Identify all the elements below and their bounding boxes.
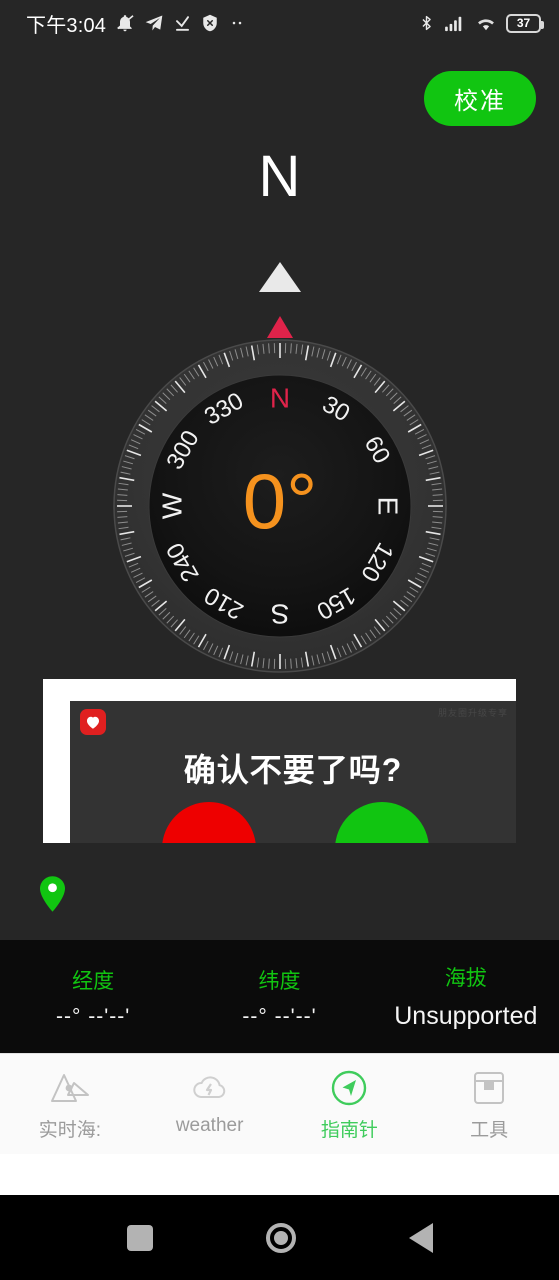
recents-button-icon[interactable]: [126, 1224, 153, 1251]
compass-tick-label: N: [269, 383, 289, 414]
compass-tick-label: W: [156, 492, 187, 519]
ad-app-icon: [80, 709, 106, 735]
back-button-icon[interactable]: [408, 1222, 433, 1253]
ad-content[interactable]: 朋友圈升级专享 确认不要了吗? 10元 收款: [70, 701, 516, 843]
tab-weather-label: weather: [175, 1115, 244, 1136]
calibrate-button-wrap: 校准: [424, 71, 536, 126]
bottom-tab-bar: 实时海: weather 指南针 工具: [0, 1053, 559, 1154]
ad-button-amount[interactable]: 10元: [162, 802, 256, 843]
cellular-signal-icon: [445, 16, 462, 32]
compass-dial[interactable]: N 3060E120150S210240W300330 0°: [112, 338, 448, 674]
altitude-value: Unsupported: [394, 1002, 538, 1030]
download-complete-icon: [176, 15, 190, 31]
tab-tools-label: 工具: [470, 1120, 509, 1141]
info-cell-latitude: 纬度 --° --'--': [186, 965, 372, 1029]
calibrate-button[interactable]: 校准: [424, 71, 536, 126]
heading-direction-label: N: [258, 144, 301, 209]
battery-level: 37: [516, 16, 531, 30]
coordinates-info-strip: 经度 --° --'--' 纬度 --° --'--' 海拔 Unsupport…: [0, 940, 559, 1053]
tab-altitude-label: 实时海:: [38, 1120, 102, 1141]
longitude-label: 经度: [72, 969, 115, 993]
ad-button-receive[interactable]: 收款: [335, 802, 429, 843]
wifi-icon: [478, 19, 494, 31]
tab-bar-spacer: [0, 1154, 559, 1195]
altitude-label: 海拔: [444, 967, 487, 990]
compass-degrees: 0°: [242, 457, 317, 545]
toolbox-icon: [467, 1066, 511, 1110]
tab-weather[interactable]: weather: [140, 1066, 280, 1137]
tab-compass-label: 指南针: [320, 1120, 378, 1141]
android-navigation-bar: [0, 1195, 559, 1280]
cloud-lightning-icon: [188, 1066, 232, 1110]
tab-altitude[interactable]: 实时海:: [0, 1066, 140, 1142]
compass-icon: [327, 1066, 371, 1110]
shield-icon: [203, 14, 217, 32]
ad-watermark: 朋友圈升级专享: [437, 708, 508, 718]
compass-tick-label: S: [270, 599, 289, 630]
bluetooth-icon: [422, 15, 431, 31]
status-bar-right: 37: [418, 13, 544, 33]
latitude-label: 纬度: [258, 969, 301, 993]
mountain-icon: [48, 1066, 92, 1110]
info-cell-altitude: 海拔 Unsupported: [373, 962, 559, 1031]
ad-title: 确认不要了吗?: [183, 752, 403, 788]
compass-widget[interactable]: N 30 60 E 120 150 S 210 240 W 300 330 0°: [0, 316, 559, 676]
tab-compass[interactable]: 指南针: [280, 1066, 420, 1142]
status-bar: 下午3:04 37: [0, 0, 559, 46]
location-pin-icon[interactable]: [40, 876, 65, 912]
more-icon: [232, 21, 242, 25]
tab-tools[interactable]: 工具: [419, 1066, 559, 1142]
app-screen: 下午3:04 37 校准 N N 30 60 E 120 150 S 210 2…: [0, 0, 559, 1280]
status-bar-clock: 下午3:04: [26, 14, 107, 37]
battery-icon: 37: [506, 13, 544, 33]
mute-icon: [117, 15, 134, 32]
info-cell-longitude: 经度 --° --'--': [0, 965, 186, 1029]
latitude-value: --° --'--': [242, 1004, 317, 1028]
telegram-icon: [145, 15, 163, 31]
status-bar-left: 下午3:04: [26, 9, 246, 38]
advertisement-banner[interactable]: 朋友圈升级专享 确认不要了吗? 10元 收款: [43, 679, 516, 843]
longitude-value: --° --'--': [56, 1004, 131, 1028]
compass-tick-label: E: [372, 497, 403, 516]
compass-north-pointer-icon: [266, 316, 293, 338]
home-button-icon[interactable]: [265, 1222, 296, 1253]
heading-pointer-icon: [258, 262, 301, 292]
